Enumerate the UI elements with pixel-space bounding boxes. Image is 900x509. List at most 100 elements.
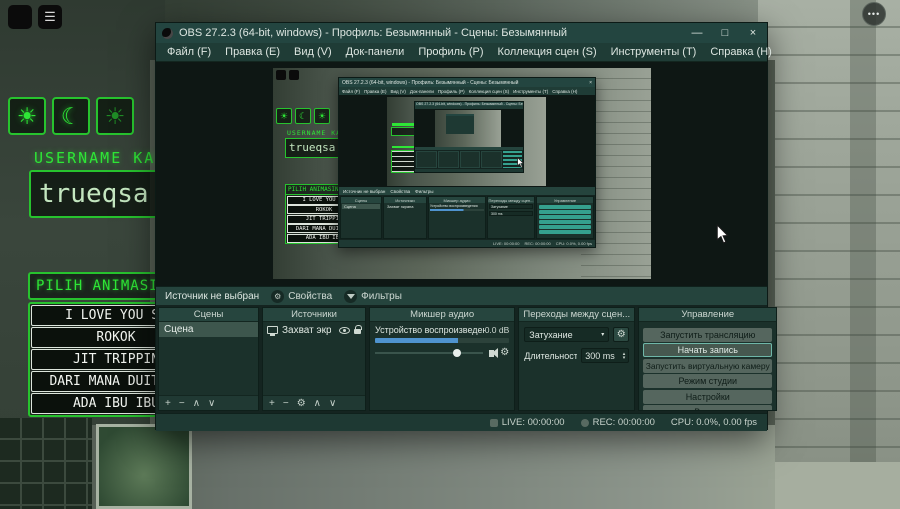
gear-icon: ⚙ — [271, 289, 285, 303]
scene-item[interactable]: Сцена — [159, 322, 258, 337]
close-button[interactable]: × — [739, 23, 767, 43]
source-down-button[interactable]: ∨ — [329, 398, 336, 409]
menu-help[interactable]: Справка (H) — [703, 46, 778, 58]
nested-title-bar: OBS 27.2.3 (64-bit, windows) - Профиль: … — [339, 78, 595, 87]
filters-button[interactable]: Фильтры — [344, 289, 402, 303]
duration-spinner[interactable]: 300 ms ▴ ▾ — [581, 348, 630, 363]
sources-list[interactable]: Захват экрана — [263, 322, 365, 395]
nested-control-button — [539, 220, 591, 224]
sources-panel-title[interactable]: Источники — [263, 308, 365, 322]
transition-gear-button[interactable]: ⚙ — [613, 327, 630, 342]
nested-controls-panel: Управление — [536, 196, 594, 239]
menu-scene-collection[interactable]: Коллекция сцен (S) — [491, 46, 604, 58]
start-streaming-button[interactable]: Запустить трансляцию — [643, 327, 773, 342]
audio-level-value: 0.0 dB — [484, 325, 510, 335]
platform-logo-icon[interactable] — [8, 5, 32, 29]
visibility-eye-icon[interactable] — [339, 326, 350, 334]
rec-time: REC: 00:00:00 — [592, 417, 655, 428]
scene-down-button[interactable]: ∨ — [208, 398, 215, 409]
captured-screen-level2: OBS 27.2.3 (64-bit, windows) - Профиль: … — [387, 97, 546, 186]
controls-panel-title[interactable]: Управление — [639, 308, 777, 322]
start-virtual-camera-button[interactable]: Запустить виртуальную камеру — [643, 358, 773, 373]
menu-docks[interactable]: Док-панели — [339, 46, 412, 58]
controls-body: Запустить трансляцию Начать запись Запус… — [639, 322, 777, 410]
nested-control-button — [539, 225, 591, 229]
settings-button[interactable]: Настройки — [643, 389, 773, 404]
source-toolbar: Источник не выбран ⚙ Свойства Фильтры — [156, 286, 767, 305]
audio-mixer-panel: Микшер аудио Устройство воспроизведения … — [369, 307, 516, 411]
mixer-panel-title[interactable]: Микшер аудио — [370, 308, 515, 322]
menu-profile[interactable]: Профиль (P) — [411, 46, 490, 58]
mixer-gear-icon[interactable]: ⚙ — [500, 348, 509, 358]
moon-toggle-icon[interactable]: ☾ — [52, 97, 90, 135]
add-source-button[interactable]: + — [269, 398, 275, 409]
mini-sun-toggle-icon: ☀ — [276, 108, 292, 124]
captured-screen-level1: ☀ ☾ ☀ USERNAME KAM trueqsa PILIH ANIMASI… — [273, 68, 651, 279]
nested-menu-item: Справка (H) — [552, 88, 578, 94]
spinner-arrows-icon[interactable]: ▴ ▾ — [623, 351, 626, 360]
transitions-panel-title[interactable]: Переходы между сцен... — [519, 308, 635, 322]
chevron-down-icon: ▾ — [601, 332, 605, 338]
menu-file[interactable]: Файл (F) — [160, 46, 218, 58]
nested-source-bar: Источник не выбран Свойства Фильтры — [339, 187, 595, 195]
transitions-panel: Переходы между сцен... Затухание ▾ ⚙ Дли… — [518, 307, 636, 411]
nested-obs-window-level3 — [446, 114, 474, 134]
add-scene-button[interactable]: + — [165, 398, 171, 409]
mixer-body: Устройство воспроизведения 0.0 dB ⚙ — [370, 322, 515, 410]
volume-slider[interactable] — [375, 349, 484, 357]
menu-edit[interactable]: Правка (E) — [218, 46, 287, 58]
lock-icon[interactable] — [354, 325, 362, 334]
source-up-button[interactable]: ∧ — [314, 398, 321, 409]
source-item[interactable]: Захват экрана — [263, 322, 365, 338]
filters-label: Фильтры — [361, 290, 402, 302]
minimize-button[interactable]: — — [683, 23, 711, 43]
remove-source-button[interactable]: − — [283, 398, 289, 409]
m2-panel — [481, 151, 503, 168]
nested-control-button — [539, 230, 591, 234]
transitions-body: Затухание ▾ ⚙ Длительность 300 ms ▴ ▾ — [519, 322, 635, 410]
nested-duration: 300 ms — [489, 211, 533, 216]
platform-top-icons: ☰ — [8, 5, 62, 29]
screen: ☰ ☀ ☾ ☀ USERNAME KAM trueqsa PILIH ANIMA… — [0, 0, 900, 509]
speaker-icon[interactable] — [489, 347, 499, 358]
nested-properties-button: Свойства — [390, 188, 411, 194]
scenes-panel-title[interactable]: Сцены — [159, 308, 258, 322]
sources-toolbar: + − ⚙ ∧ ∨ — [263, 395, 365, 410]
cpu-status: CPU: 0.0%, 0.00 fps — [671, 417, 757, 428]
nested-docks: Сцены Сцена Источники Захват экрана Микш… — [339, 195, 595, 240]
more-options-button[interactable]: ••• — [862, 2, 886, 26]
game-toggle-row: ☀ ☾ ☀ — [8, 97, 134, 135]
menu-tools[interactable]: Инструменты (T) — [604, 46, 704, 58]
remove-scene-button[interactable]: − — [179, 398, 185, 409]
studio-mode-button[interactable]: Режим студии — [643, 374, 773, 388]
properties-button[interactable]: ⚙ Свойства — [271, 289, 333, 303]
properties-label: Свойства — [288, 290, 333, 302]
nested-rec-status: REC: 00:00:00 — [524, 241, 551, 246]
captured-screen-level3 — [435, 110, 501, 147]
maximize-button[interactable]: □ — [711, 23, 739, 43]
preview-area[interactable]: ☀ ☾ ☀ USERNAME KAM trueqsa PILIH ANIMASI… — [156, 62, 767, 286]
exit-button[interactable]: Выход — [643, 405, 773, 410]
shed-window — [0, 418, 92, 509]
nested-close-icon: × — [589, 79, 592, 86]
menu-view[interactable]: Вид (V) — [287, 46, 339, 58]
sun-toggle-icon[interactable]: ☀ — [8, 97, 46, 135]
platform-menu-icon[interactable]: ☰ — [38, 5, 62, 29]
source-properties-gear-icon[interactable]: ⚙ — [297, 398, 306, 409]
nested-menu-item: Файл (F) — [342, 88, 361, 94]
title-bar[interactable]: OBS 27.2.3 (64-bit, windows) - Профиль: … — [156, 23, 767, 43]
scene-up-button[interactable]: ∧ — [193, 398, 200, 409]
volume-slider-handle[interactable] — [452, 349, 461, 357]
m2-panel — [437, 151, 459, 168]
gear-icon: ⚙ — [616, 328, 626, 340]
start-recording-button[interactable]: Начать запись — [643, 343, 773, 357]
mouse-cursor — [716, 224, 729, 244]
sun-dim-toggle-icon[interactable]: ☀ — [96, 97, 134, 135]
live-status: LIVE: 00:00:00 — [489, 417, 565, 428]
transition-select[interactable]: Затухание ▾ — [524, 327, 610, 342]
nested-menu-item: Профиль (P) — [437, 88, 465, 94]
nested-cpu-status: CPU: 0.0%, 0.00 fps — [555, 241, 592, 246]
duration-label: Длительность — [524, 350, 578, 361]
nested-menu-bar: Файл (F) Правка (E) Вид (V) Док-панели П… — [339, 87, 595, 95]
scenes-list[interactable]: Сцена — [159, 322, 258, 395]
